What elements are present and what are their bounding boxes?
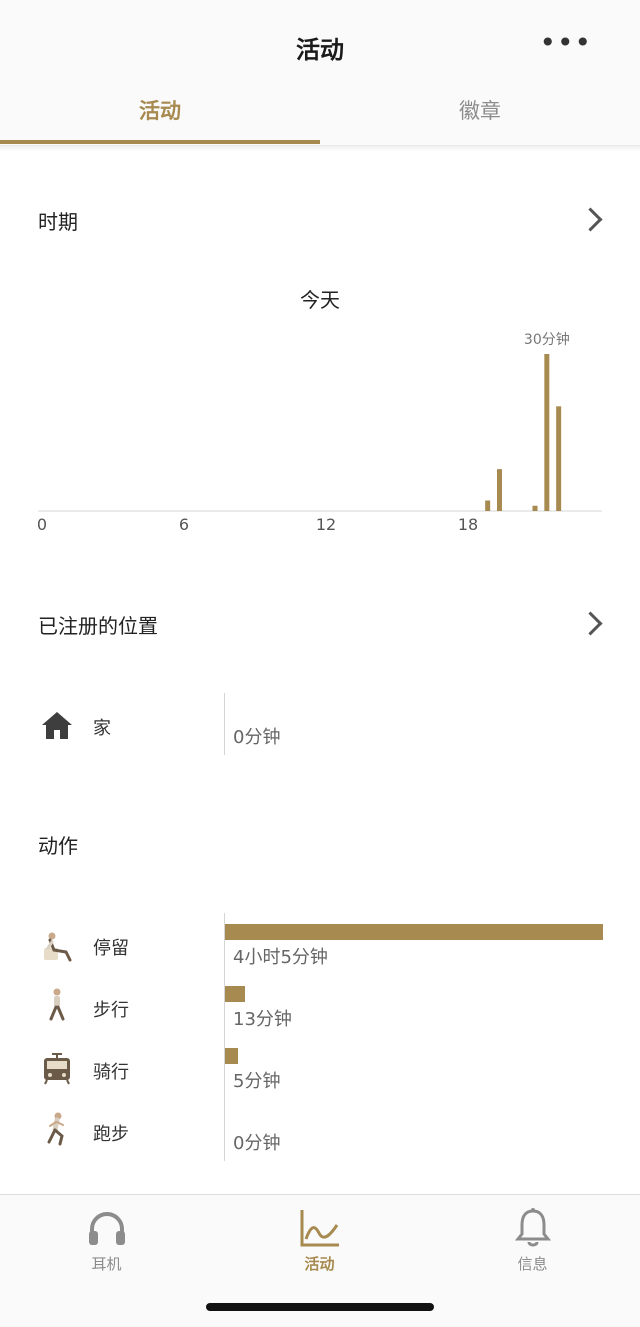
header-shadow — [0, 145, 640, 151]
chart-tick-label: 12 — [316, 515, 336, 534]
action-label-walk: 步行 — [93, 1000, 129, 1021]
chart-tick-labels: 0 6 12 18 — [37, 515, 478, 534]
train-icon — [44, 1053, 70, 1085]
home-icon — [42, 712, 72, 739]
chart-tick-label: 18 — [458, 515, 478, 534]
home-indicator[interactable] — [206, 1303, 434, 1311]
nav-item-headphones[interactable]: 耳机 — [0, 1195, 213, 1285]
actions-baseline — [224, 913, 225, 1161]
chart-bars — [485, 354, 562, 511]
chart-bar — [485, 500, 491, 511]
chart-bar — [544, 354, 550, 511]
nav-item-messages[interactable]: 信息 — [426, 1195, 639, 1285]
chart-bar — [532, 505, 538, 511]
nav-label-activity: 活动 — [304, 1255, 335, 1273]
running-icon — [47, 1112, 64, 1146]
activity-bar-chart: 0 6 12 18 30分钟 — [37, 331, 602, 534]
action-value-stay: 4小时5分钟 — [233, 947, 328, 968]
period-chevron-icon[interactable] — [578, 207, 603, 232]
tab-badges[interactable]: 徽章 — [320, 95, 640, 125]
action-bar-ride — [225, 1048, 238, 1064]
walking-icon — [49, 988, 65, 1021]
chart-bar — [497, 469, 502, 511]
action-bar-stay — [225, 924, 603, 940]
location-value-home: 0分钟 — [233, 727, 281, 748]
locations-section-title: 已注册的位置 — [38, 614, 158, 638]
locations-chevron-icon[interactable] — [578, 611, 603, 636]
activity-chart-icon — [300, 1210, 339, 1247]
action-label-stay: 停留 — [93, 938, 129, 959]
action-bar-walk — [225, 986, 246, 1002]
chart-tick-label: 0 — [37, 515, 47, 534]
nav-item-activity[interactable]: 活动 — [213, 1195, 426, 1285]
location-label-home: 家 — [93, 718, 111, 739]
action-label-run: 跑步 — [93, 1124, 129, 1145]
locations-baseline — [224, 693, 225, 755]
tab-activity[interactable]: 活动 — [0, 95, 320, 125]
period-section-title: 时期 — [38, 210, 78, 234]
active-tab-indicator — [0, 140, 320, 144]
actions-section-title: 动作 — [38, 834, 78, 858]
nav-label-headphones: 耳机 — [91, 1255, 122, 1273]
chart-title: 今天 — [300, 288, 340, 312]
action-label-ride: 骑行 — [93, 1062, 129, 1083]
headphones-icon — [89, 1212, 125, 1245]
nav-label-messages: 信息 — [517, 1255, 548, 1273]
chart-data-label: 30分钟 — [524, 331, 570, 348]
action-value-run: 0分钟 — [233, 1133, 281, 1154]
action-value-walk: 13分钟 — [233, 1009, 292, 1030]
bell-icon — [514, 1208, 552, 1247]
top-header: 活动 ••• 活动 徽章 — [0, 0, 640, 146]
chart-tick-label: 6 — [179, 515, 189, 534]
chart-bar — [556, 406, 562, 511]
more-options-icon[interactable]: ••• — [539, 26, 592, 59]
sitting-icon — [44, 932, 72, 962]
action-value-ride: 5分钟 — [233, 1071, 281, 1092]
